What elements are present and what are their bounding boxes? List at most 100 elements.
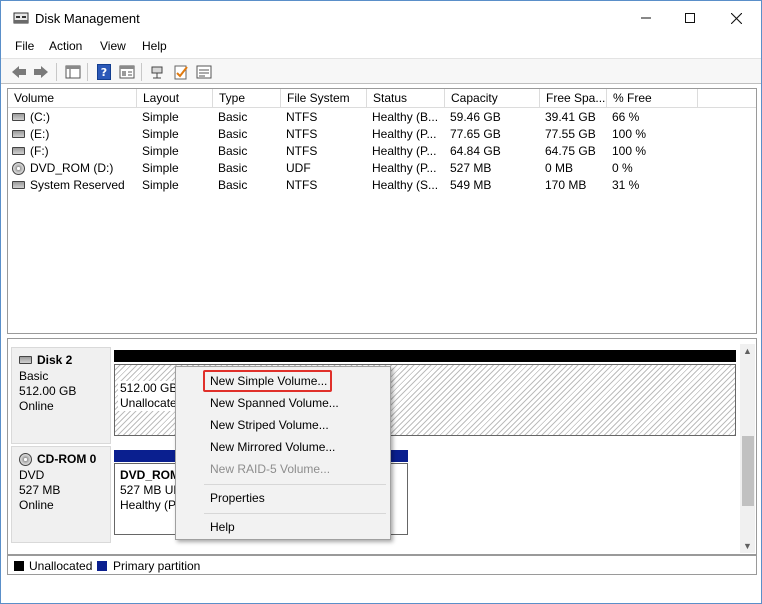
cell-type: Basic xyxy=(218,161,248,175)
cell-capacity: 549 MB xyxy=(450,178,492,192)
cell-file-system: NTFS xyxy=(286,127,318,141)
disk-pane-scrollbar[interactable]: ▲ ▼ xyxy=(740,344,755,553)
cell-capacity: 64.84 GB xyxy=(450,144,501,158)
dvd-drive-icon xyxy=(12,162,25,175)
cell-free-space: 64.75 GB xyxy=(545,144,596,158)
window-title: Disk Management xyxy=(35,11,140,26)
partition-info: 512.00 GB Unallocate xyxy=(118,381,180,411)
column-header-volume[interactable]: Volume xyxy=(8,89,137,108)
close-button[interactable] xyxy=(713,1,759,35)
drive-icon xyxy=(12,130,25,138)
drive-icon xyxy=(12,113,25,121)
volume-icon xyxy=(196,65,212,79)
cell-type: Basic xyxy=(218,110,248,124)
volume-button[interactable] xyxy=(194,62,214,82)
partition-info: DVD_ROM 527 MB UD Healthy (P xyxy=(120,468,182,513)
show-hide-button[interactable] xyxy=(63,62,83,82)
column-header-file-system[interactable]: File System xyxy=(281,89,367,108)
disk-name: Disk 2 xyxy=(19,353,110,369)
cdrom-0-label[interactable]: CD-ROM 0 DVD 527 MB Online xyxy=(11,446,111,543)
cell-layout: Simple xyxy=(142,161,179,175)
menu-new-striped-volume[interactable]: New Striped Volume... xyxy=(210,416,329,434)
partition-size: 527 MB UD xyxy=(120,483,183,497)
column-header-percent-free[interactable]: % Free xyxy=(607,89,698,108)
column-header-free-space[interactable]: Free Spa... xyxy=(540,89,607,108)
cell-volume: (F:) xyxy=(30,144,49,158)
column-header-status[interactable]: Status xyxy=(367,89,445,108)
menu-new-spanned-volume[interactable]: New Spanned Volume... xyxy=(210,394,339,412)
cell-status: Healthy (S... xyxy=(372,178,439,192)
check-icon xyxy=(174,65,188,80)
disk-2-label[interactable]: Disk 2 Basic 512.00 GB Online xyxy=(11,347,111,444)
disk-list-icon xyxy=(65,65,81,79)
close-icon xyxy=(730,12,742,24)
disk-size: 512.00 GB xyxy=(19,384,77,398)
scroll-down-arrow-icon[interactable]: ▼ xyxy=(740,539,755,553)
menu-new-raid5-volume: New RAID-5 Volume... xyxy=(210,462,331,476)
toolbar: ? xyxy=(1,58,761,84)
disk-type: Basic xyxy=(19,369,49,383)
scrollbar-thumb[interactable] xyxy=(742,436,754,506)
connect-button[interactable] xyxy=(148,62,168,82)
drive-icon xyxy=(12,181,25,189)
help-icon: ? xyxy=(97,64,111,80)
legend-unallocated: Unallocated xyxy=(29,559,93,573)
menu-action[interactable]: Action xyxy=(49,39,82,53)
cell-status: Healthy (B... xyxy=(372,110,439,124)
minimize-button[interactable] xyxy=(623,1,669,35)
volume-row[interactable]: (F:) Simple Basic NTFS Healthy (P... 64.… xyxy=(8,143,756,160)
menu-properties[interactable]: Properties xyxy=(210,489,265,507)
menu-view[interactable]: View xyxy=(100,39,126,53)
menu-help-item[interactable]: Help xyxy=(210,518,235,536)
column-header-layout[interactable]: Layout xyxy=(137,89,213,108)
column-header-type[interactable]: Type xyxy=(213,89,281,108)
partition-label: Unallocate xyxy=(120,396,177,410)
menu-file[interactable]: File xyxy=(15,39,34,53)
help-button[interactable]: ? xyxy=(94,62,114,82)
forward-button[interactable] xyxy=(31,62,51,82)
forward-arrow-icon xyxy=(34,66,48,78)
cell-type: Basic xyxy=(218,144,248,158)
menu-new-mirrored-volume[interactable]: New Mirrored Volume... xyxy=(210,438,335,456)
cell-percent-free: 0 % xyxy=(612,161,633,175)
cell-file-system: UDF xyxy=(286,161,311,175)
minimize-icon xyxy=(641,17,651,19)
cell-status: Healthy (P... xyxy=(372,144,437,158)
volume-row[interactable]: (C:) Simple Basic NTFS Healthy (B... 59.… xyxy=(8,109,756,126)
cell-capacity: 77.65 GB xyxy=(450,127,501,141)
title-bar: Disk Management xyxy=(1,1,761,35)
menu-new-simple-volume[interactable]: New Simple Volume... xyxy=(210,372,327,390)
checklist-button[interactable] xyxy=(171,62,191,82)
partition-name: DVD_ROM xyxy=(120,468,181,482)
volume-row[interactable]: DVD_ROM (D:) Simple Basic UDF Healthy (P… xyxy=(8,160,756,177)
back-button[interactable] xyxy=(9,62,29,82)
cell-file-system: NTFS xyxy=(286,144,318,158)
cell-type: Basic xyxy=(218,127,248,141)
cell-percent-free: 66 % xyxy=(612,110,640,124)
maximize-icon xyxy=(685,13,695,23)
volume-row[interactable]: System Reserved Simple Basic NTFS Health… xyxy=(8,177,756,194)
disk-state: Online xyxy=(19,498,54,512)
maximize-button[interactable] xyxy=(667,1,713,35)
cell-volume: DVD_ROM (D:) xyxy=(30,161,114,175)
cell-percent-free: 100 % xyxy=(612,144,647,158)
cell-volume: (E:) xyxy=(30,127,50,141)
partition-size: 512.00 GB xyxy=(120,381,178,395)
menu-help[interactable]: Help xyxy=(142,39,167,53)
column-header-capacity[interactable]: Capacity xyxy=(445,89,540,108)
partition-status: Healthy (P xyxy=(120,498,177,512)
toolbar-separator xyxy=(56,63,57,81)
disk-management-app-icon xyxy=(13,12,29,24)
cell-type: Basic xyxy=(218,178,248,192)
volume-list[interactable]: Volume Layout Type File System Status Ca… xyxy=(7,88,757,334)
volume-row[interactable]: (E:) Simple Basic NTFS Healthy (P... 77.… xyxy=(8,126,756,143)
primary-partition-swatch xyxy=(97,561,107,571)
disk-name-text: CD-ROM 0 xyxy=(37,452,97,466)
cell-layout: Simple xyxy=(142,127,179,141)
cell-percent-free: 31 % xyxy=(612,178,640,192)
disk-state: Online xyxy=(19,399,54,413)
properties-button[interactable] xyxy=(117,62,137,82)
scroll-up-arrow-icon[interactable]: ▲ xyxy=(740,344,755,358)
cell-status: Healthy (P... xyxy=(372,127,437,141)
properties-icon xyxy=(119,65,135,79)
